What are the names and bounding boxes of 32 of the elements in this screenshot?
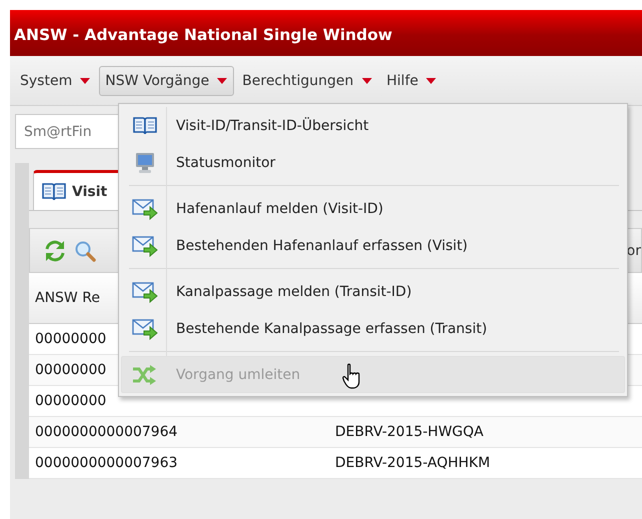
menu-button[interactable]: Berechtigungen xyxy=(236,66,379,96)
envelope-arrow-icon xyxy=(132,318,158,340)
window-title: ANSW - Advantage National Single Window xyxy=(10,10,642,56)
table-cell: DEBRV-2015-HWGQA xyxy=(335,424,484,440)
book-icon xyxy=(133,116,157,136)
caret-icon xyxy=(426,78,436,84)
table-cell: DEBRV-2015-AQHHKM xyxy=(335,455,490,471)
table-cell: 00000000 xyxy=(35,362,106,378)
menu-item[interactable]: Bestehende Kanalpassage erfassen (Transit) xyxy=(121,310,625,347)
menu-item[interactable]: Kanalpassage melden (Transit-ID) xyxy=(121,273,625,310)
shuffle-arrows-icon xyxy=(132,364,158,384)
envelope-arrow-icon xyxy=(132,198,158,220)
menu-button[interactable]: NSW Vorgänge xyxy=(99,66,234,96)
caret-icon xyxy=(217,78,228,84)
envelope-arrow-icon xyxy=(132,280,158,302)
caret-icon xyxy=(362,78,372,84)
menu-item[interactable]: Bestehenden Hafenanlauf erfassen (Visit) xyxy=(121,227,625,264)
monitor-icon xyxy=(134,152,156,174)
menu-button[interactable]: Hilfe xyxy=(380,66,444,96)
book-icon xyxy=(42,182,66,202)
search-icon[interactable] xyxy=(74,240,96,262)
refresh-icon[interactable] xyxy=(44,240,66,262)
menu-button[interactable]: System xyxy=(14,66,98,96)
menu-item[interactable]: Visit-ID/Transit-ID-Übersicht xyxy=(121,107,625,144)
caret-icon xyxy=(80,78,90,84)
table-cell: 00000000 xyxy=(35,393,106,409)
table-cell: 00000000 xyxy=(35,331,106,347)
toolbar-label: or xyxy=(626,242,641,258)
table-cell: 0000000000007964 xyxy=(35,424,178,440)
hand-cursor-icon xyxy=(342,363,362,389)
table-cell: 0000000000007963 xyxy=(35,455,178,471)
envelope-arrow-icon xyxy=(132,234,158,256)
